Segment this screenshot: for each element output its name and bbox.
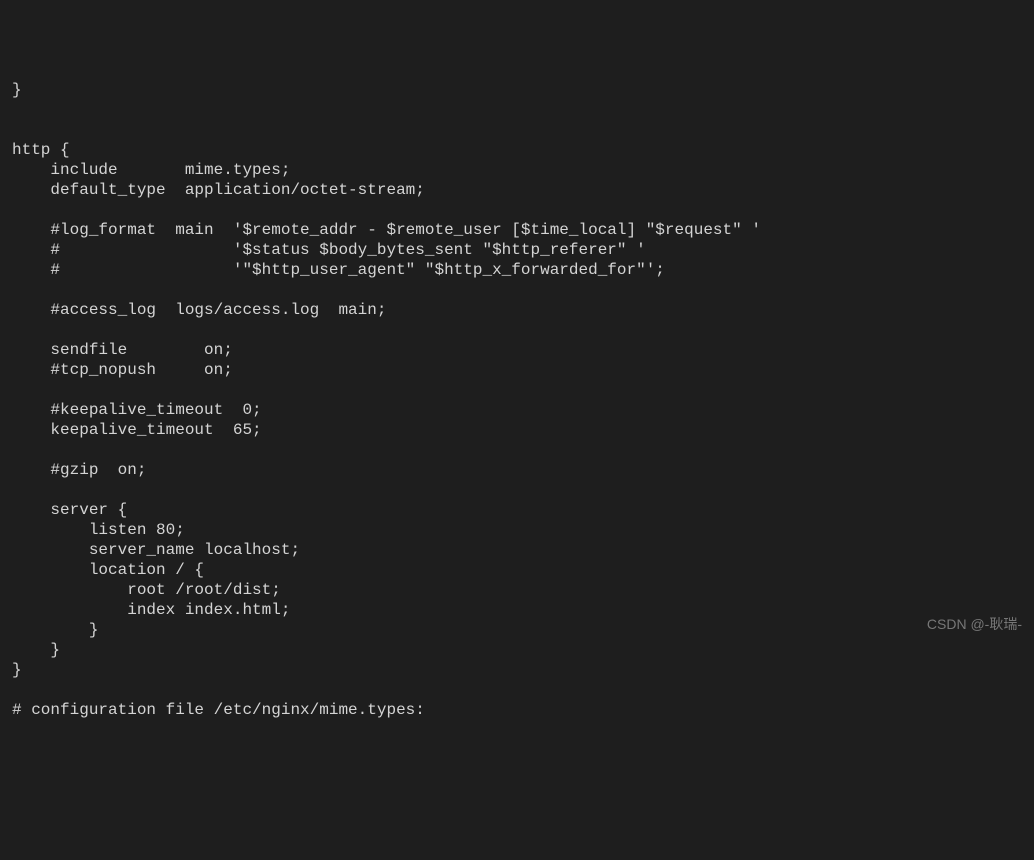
code-line: } bbox=[12, 80, 1034, 100]
code-line: server_name localhost; bbox=[12, 540, 1034, 560]
code-line: #log_format main '$remote_addr - $remote… bbox=[12, 220, 1034, 240]
code-line bbox=[12, 320, 1034, 340]
code-line: root /root/dist; bbox=[12, 580, 1034, 600]
code-line bbox=[12, 280, 1034, 300]
code-line: #tcp_nopush on; bbox=[12, 360, 1034, 380]
code-line bbox=[12, 200, 1034, 220]
code-line: # '"$http_user_agent" "$http_x_forwarded… bbox=[12, 260, 1034, 280]
code-line bbox=[12, 380, 1034, 400]
code-line bbox=[12, 100, 1034, 120]
code-line: server { bbox=[12, 500, 1034, 520]
code-line: sendfile on; bbox=[12, 340, 1034, 360]
code-line: default_type application/octet-stream; bbox=[12, 180, 1034, 200]
code-line bbox=[12, 680, 1034, 700]
code-line: #gzip on; bbox=[12, 460, 1034, 480]
code-line bbox=[12, 440, 1034, 460]
code-line bbox=[12, 120, 1034, 140]
code-line: # configuration file /etc/nginx/mime.typ… bbox=[12, 700, 1034, 720]
code-line: } bbox=[12, 640, 1034, 660]
code-line: #keepalive_timeout 0; bbox=[12, 400, 1034, 420]
code-line: listen 80; bbox=[12, 520, 1034, 540]
code-line: location / { bbox=[12, 560, 1034, 580]
code-line: # '$status $body_bytes_sent "$http_refer… bbox=[12, 240, 1034, 260]
watermark-text: CSDN @-耿瑞- bbox=[927, 616, 1022, 634]
code-block: } http { include mime.types; default_typ… bbox=[0, 80, 1034, 720]
code-line: index index.html; bbox=[12, 600, 1034, 620]
code-line bbox=[12, 480, 1034, 500]
code-line: include mime.types; bbox=[12, 160, 1034, 180]
code-line: keepalive_timeout 65; bbox=[12, 420, 1034, 440]
code-line: } bbox=[12, 660, 1034, 680]
code-line: } bbox=[12, 620, 1034, 640]
code-line: http { bbox=[12, 140, 1034, 160]
code-line: #access_log logs/access.log main; bbox=[12, 300, 1034, 320]
